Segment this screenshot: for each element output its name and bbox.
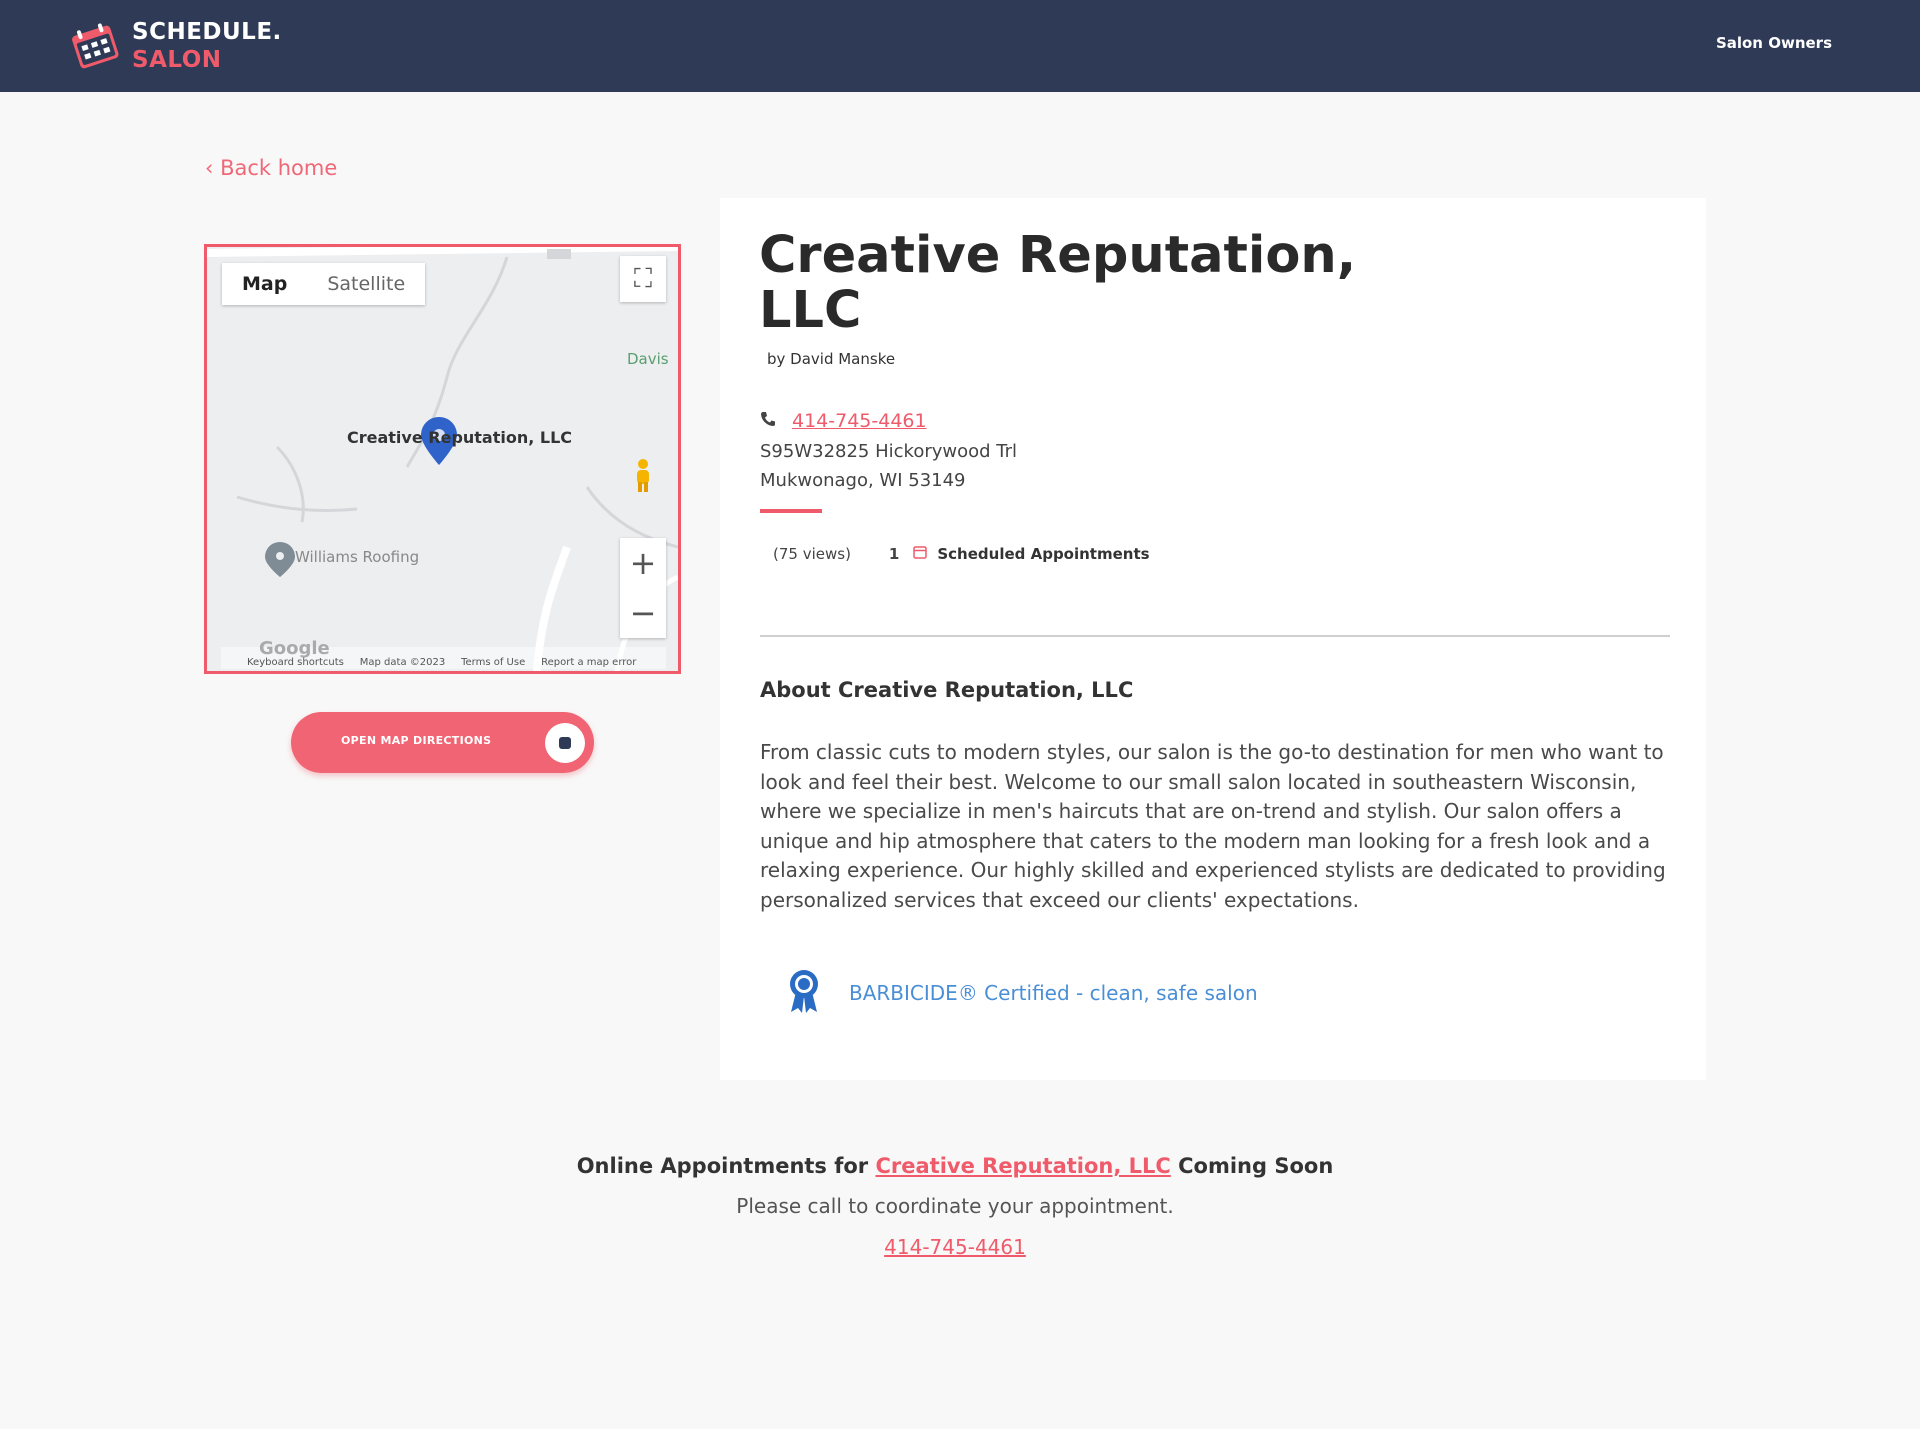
map-place-label: Davis: [627, 350, 669, 368]
owner-byline: by David Manske: [767, 350, 896, 368]
report-error-link[interactable]: Report a map error: [541, 657, 636, 668]
business-stats: (75 views) 1 Scheduled Appointments: [773, 545, 1150, 563]
zoom-controls: + −: [620, 538, 666, 638]
address-line-1: S95W32825 Hickorywood Trl: [760, 441, 1018, 462]
logo-line-schedule: SCHEDULE.: [132, 19, 282, 45]
logo-wordmark: SCHEDULE. SALON: [132, 18, 282, 74]
map-embed[interactable]: Map Satellite ⛶ + − Creative Reputation,…: [204, 244, 681, 674]
map-tab[interactable]: Map: [222, 263, 307, 305]
call-instructions: Please call to coordinate your appointme…: [736, 1194, 1174, 1218]
map-marker-label[interactable]: Creative Reputation, LLC: [347, 428, 572, 447]
directions-icon: [545, 723, 585, 763]
map-data-text: Map data ©2023: [359, 657, 446, 668]
terms-link[interactable]: Terms of Use: [461, 657, 525, 668]
appointments-count: 1: [888, 545, 900, 563]
calendar-logo-icon: [70, 21, 120, 71]
open-map-directions-button[interactable]: OPEN MAP DIRECTIONS: [291, 712, 594, 773]
business-name-link[interactable]: Creative Reputation, LLC: [875, 1154, 1170, 1178]
bottom-phone-link[interactable]: 414-745-4461: [884, 1235, 1026, 1259]
coming-prefix: Online Appointments for: [576, 1154, 869, 1178]
barbicide-certification[interactable]: BARBICIDE® Certified - clean, safe salon: [787, 968, 1258, 1018]
section-divider: [760, 635, 1670, 637]
address-line-2: Mukwonago, WI 53149: [760, 470, 966, 491]
certification-text[interactable]: BARBICIDE® Certified - clean, safe salon: [849, 981, 1258, 1005]
back-home-link[interactable]: ‹ Back home: [205, 156, 337, 180]
phone-icon: [760, 411, 776, 431]
pegman-icon[interactable]: [620, 453, 666, 499]
logo-line-salon: SALON: [132, 47, 222, 73]
top-navbar: SCHEDULE. SALON Salon Owners: [0, 0, 1920, 92]
business-title: Creative Reputation, LLC: [759, 226, 1357, 340]
logo[interactable]: SCHEDULE. SALON: [70, 18, 282, 74]
directions-button-label: OPEN MAP DIRECTIONS: [341, 734, 492, 747]
coming-suffix: Coming Soon: [1178, 1154, 1334, 1178]
fullscreen-icon[interactable]: ⛶: [620, 256, 666, 302]
views-count: (75 views): [773, 545, 851, 563]
certified-ribbon-icon: [787, 968, 821, 1018]
map-roads: [207, 247, 678, 671]
business-card: Creative Reputation, LLC by David Manske…: [720, 198, 1706, 1080]
map-poi-label[interactable]: Williams Roofing: [295, 548, 419, 566]
phone-row: 414-745-4461: [760, 410, 927, 432]
accent-rule: [760, 509, 822, 513]
online-appointments-heading: Online Appointments for Creative Reputat…: [0, 1154, 1910, 1178]
bottom-phone: 414-745-4461: [0, 1235, 1910, 1259]
calendar-icon: [913, 545, 928, 563]
map-footer: Keyboard shortcuts Map data ©2023 Terms …: [247, 657, 636, 668]
satellite-tab[interactable]: Satellite: [307, 263, 425, 305]
appointments-label: Scheduled Appointments: [937, 545, 1150, 563]
about-description: From classic cuts to modern styles, our …: [760, 740, 1666, 912]
google-logo: Google: [259, 638, 330, 659]
keyboard-shortcuts-link[interactable]: Keyboard shortcuts: [247, 657, 344, 668]
zoom-out-button[interactable]: −: [620, 588, 666, 638]
map-type-toggle: Map Satellite: [222, 263, 426, 305]
business-phone-link[interactable]: 414-745-4461: [792, 410, 927, 432]
zoom-in-button[interactable]: +: [620, 538, 666, 588]
about-heading: About Creative Reputation, LLC: [760, 678, 1134, 702]
salon-owners-link[interactable]: Salon Owners: [1716, 34, 1832, 52]
